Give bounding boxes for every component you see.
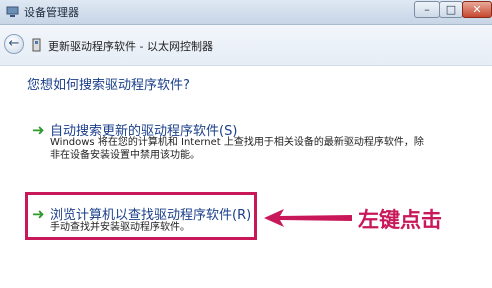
option-auto-search[interactable]: ➜ 自动搜索更新的驱动程序软件(S) Windows 将在您的计算机和 Inte… xyxy=(0,118,492,168)
window-titlebar: 设备管理器 – □ ✕ xyxy=(0,0,492,25)
green-arrow-icon: ➜ xyxy=(32,121,45,139)
callout-arrow-icon xyxy=(264,209,352,227)
maximize-button[interactable]: □ xyxy=(439,1,463,18)
highlight-box xyxy=(25,192,257,240)
wizard-header: ← 更新驱动程序软件 - 以太网控制器 xyxy=(0,25,492,66)
page-question: 您想如何搜索驱动程序软件? xyxy=(27,78,190,93)
close-button[interactable]: ✕ xyxy=(462,1,492,18)
back-button[interactable]: ← xyxy=(4,34,24,54)
option-auto-search-desc-2: 非在设备安装设置中禁用该功能。 xyxy=(50,150,200,161)
window-title: 设备管理器 xyxy=(24,6,79,19)
wizard-title: 更新驱动程序软件 - 以太网控制器 xyxy=(48,40,213,53)
annotation-label: 左键点击 xyxy=(358,207,442,232)
device-manager-icon xyxy=(6,6,19,17)
network-adapter-icon xyxy=(32,38,41,52)
minimize-button[interactable]: – xyxy=(414,1,440,18)
option-auto-search-desc-1: Windows 将在您的计算机和 Internet 上查找用于相关设备的最新驱动… xyxy=(50,137,424,148)
